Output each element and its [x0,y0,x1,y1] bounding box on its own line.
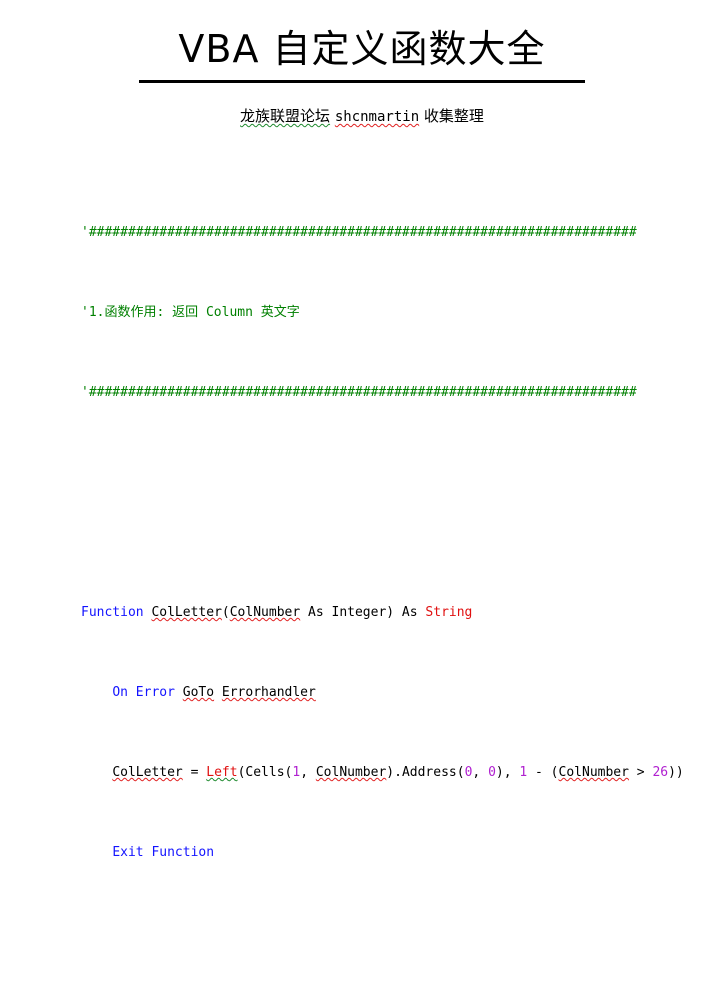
number-zero-2: 0 [488,765,496,780]
subtitle-forum-name: 龙族联盟论坛 [240,107,331,125]
keyword-exit-function: Exit Function [112,845,215,860]
document-page: VBA 自定义函数大全 龙族联盟论坛 shcnmartin 收集整理 '####… [0,0,724,860]
comment-header-line-1: '1.函数作用: 返回 Column 英文字 [81,303,724,323]
comment-separator-line-2: '#######################################… [81,383,724,403]
keyword-function: Function [81,605,144,620]
keyword-goto: GoTo [182,685,215,700]
indent-1 [81,685,112,700]
param-colnumber: ColNumber [229,605,301,620]
comment-separator-line-1: '#######################################… [81,223,724,243]
oe-space-1 [175,685,183,700]
number-26: 26 [652,765,669,780]
sig-open-paren: ( [221,605,230,620]
assign-tail-b: )) [668,765,684,780]
keyword-on-error: On Error [112,685,175,700]
number-1-row: 1 [292,765,301,780]
subtitle-author: shcnmartin [334,109,420,125]
label-errorhandler-ref: Errorhandler [221,685,316,700]
assign-cells-open: (Cells( [237,765,293,780]
assign-param-colnumber-2: ColNumber [558,765,629,780]
assign-lhs-colletter: ColLetter [112,765,183,780]
separator-text-1: '#######################################… [81,225,637,240]
separator-text-2: '#######################################… [81,385,637,400]
assign-equals: = [182,765,207,780]
exit-function-line: Exit Function [81,843,724,863]
sig-space-1 [144,605,152,620]
document-subtitle: 龙族联盟论坛 shcnmartin 收集整理 [0,83,724,127]
block1-header-comment: '1.函数作用: 返回 Column 英文字 [81,305,300,320]
number-zero-1: 0 [464,765,473,780]
indent-3 [81,845,112,860]
indent-2 [81,765,112,780]
number-1-length: 1 [519,765,528,780]
assign-minus-open: - ( [527,765,559,780]
function-name-colletter: ColLetter [151,605,222,620]
assign-param-colnumber-1: ColNumber [315,765,387,780]
assign-comma-2: , [472,765,489,780]
assign-tail-a: ), [495,765,520,780]
assign-comma-1: , [300,765,316,780]
oe-space-2 [214,685,222,700]
builtin-left-function: Left [206,765,238,780]
return-type-string: String [425,605,473,620]
on-error-line: On Error GoTo Errorhandler [81,683,724,703]
assignment-line: ColLetter = Left(Cells(1, ColNumber).Add… [81,763,724,783]
subtitle-suffix: 收集整理 [423,107,484,125]
sig-as-integer: As Integer) As [300,605,426,620]
assign-greater-than: > [628,765,653,780]
vba-code-block: '#######################################… [81,143,724,1000]
assign-address-open: ).Address( [386,765,465,780]
function-signature-line: Function ColLetter(ColNumber As Integer)… [81,603,724,623]
page-title: VBA 自定义函数大全 [178,27,546,71]
